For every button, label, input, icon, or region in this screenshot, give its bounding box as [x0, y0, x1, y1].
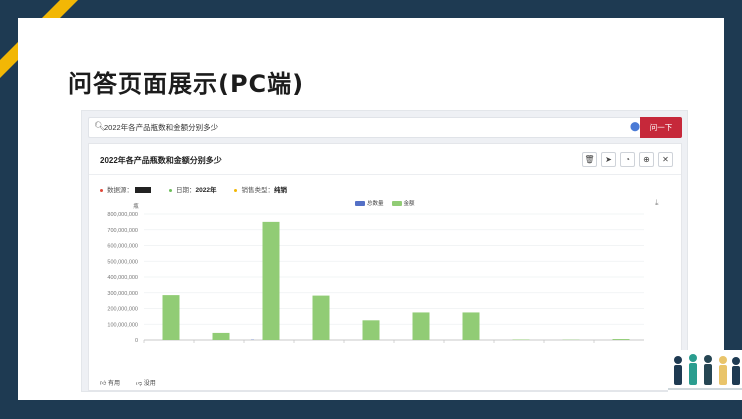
page-title: 问答页面展示(PC端)	[68, 70, 305, 98]
filter-bar: 数据源： 日期：2022年 销售类型：纯销	[100, 184, 287, 194]
y-tick-label: 300,000,000	[107, 291, 138, 297]
thumbs-down-icon: 👎︎	[135, 381, 143, 387]
y-tick-label: 100,000,000	[107, 322, 138, 328]
search-bar[interactable]: 🔍︎ 2022年各产品瓶数和金额分别多少 ⬤ 问一下	[88, 117, 682, 138]
team-illustration	[668, 350, 742, 400]
slide: 问答页面展示(PC端) 🔍︎ 2022年各产品瓶数和金额分别多少 ⬤ 问一下 2…	[18, 18, 724, 400]
bar-amount	[362, 320, 380, 340]
filter-sales-type: 销售类型：纯销	[234, 184, 287, 194]
bar-amount	[212, 332, 230, 340]
trash-icon[interactable]: 🗑	[582, 152, 597, 167]
feedback-bar: 👍︎ 有用 👎︎ 没用	[100, 378, 156, 387]
y-tick-label: 700,000,000	[107, 228, 138, 234]
y-tick-label: 0	[135, 338, 138, 344]
bar-amount	[162, 295, 180, 340]
bar-amount	[412, 312, 430, 340]
answer-card: 2022年各产品瓶数和金额分别多少 🗑 ➤ ◔ ⊕ ✕ 数据源： 日期：2022…	[88, 143, 682, 391]
bullet-icon	[169, 188, 172, 192]
card-title: 2022年各产品瓶数和金额分别多少	[100, 156, 222, 165]
bar-amount	[262, 221, 280, 340]
bar-amount	[312, 295, 330, 340]
bar-amount	[462, 312, 480, 340]
bar-chart: 瓶 0 100,000,000 200,000,000 300,000,000 400,0…	[107, 202, 644, 344]
thumbs-up-icon: 👍︎	[100, 381, 107, 387]
bar-amount	[612, 339, 630, 340]
card-toolbar: 🗑 ➤ ◔ ⊕ ✕	[582, 152, 673, 167]
bullet-icon	[100, 188, 103, 192]
pie-chart-icon[interactable]: ◔	[620, 152, 635, 167]
y-tick-label: 500,000,000	[107, 259, 138, 265]
bullet-icon	[234, 188, 238, 192]
y-axis-label: 瓶	[133, 202, 139, 210]
close-icon[interactable]: ✕	[658, 152, 673, 167]
useless-button[interactable]: 👎︎ 没用	[136, 378, 156, 387]
useful-button[interactable]: 👍︎ 有用	[100, 378, 120, 387]
send-icon[interactable]: ➤	[601, 152, 616, 167]
redacted-value	[135, 187, 151, 194]
ask-button[interactable]: 问一下	[640, 117, 682, 138]
divider	[89, 174, 681, 175]
filter-date: 日期：2022年	[169, 184, 216, 194]
y-tick-label: 200,000,000	[107, 307, 138, 313]
microphone-icon[interactable]: ⬤	[630, 121, 640, 132]
search-input[interactable]: 2022年各产品瓶数和金额分别多少	[104, 122, 218, 133]
qa-app-screenshot: 🔍︎ 2022年各产品瓶数和金额分别多少 ⬤ 问一下 2022年各产品瓶数和金额…	[81, 110, 688, 392]
y-tick-label: 400,000,000	[107, 275, 138, 281]
y-tick-label: 600,000,000	[107, 244, 138, 250]
y-tick-label: 800,000,000	[107, 212, 138, 218]
filter-datasource: 数据源：	[100, 184, 151, 194]
target-icon[interactable]: ⊕	[639, 152, 654, 167]
